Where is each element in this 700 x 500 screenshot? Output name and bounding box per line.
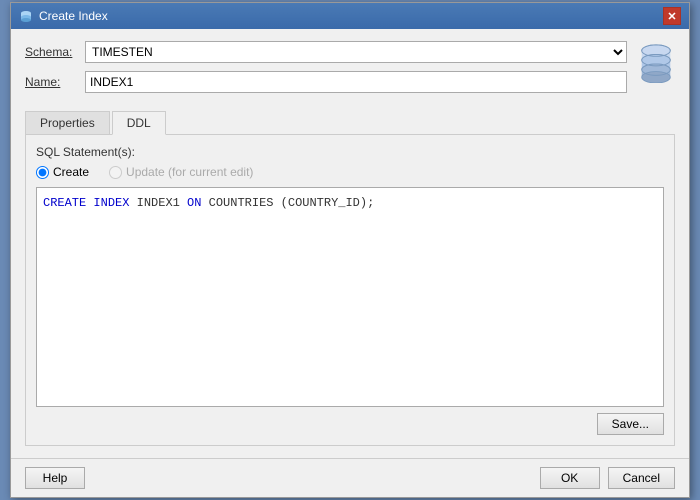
- window-icon: [19, 9, 33, 23]
- help-button[interactable]: Help: [25, 467, 85, 489]
- ok-button[interactable]: OK: [540, 467, 600, 489]
- dialog-title: Create Index: [39, 9, 108, 23]
- title-bar: Create Index ✕: [11, 3, 689, 29]
- tab-properties[interactable]: Properties: [25, 111, 110, 134]
- update-option: Update (for current edit): [109, 165, 253, 179]
- close-button[interactable]: ✕: [663, 7, 681, 25]
- footer-right: OK Cancel: [540, 467, 675, 489]
- sql-code: CREATE INDEX INDEX1 ON COUNTRIES (COUNTR…: [43, 194, 657, 212]
- database-icon: [637, 43, 675, 83]
- radio-row: Create Update (for current edit): [36, 165, 664, 179]
- sql-keyword-index: INDEX: [93, 196, 129, 210]
- top-row: Schema: TIMESTEN Name:: [25, 41, 675, 101]
- sql-index-name: INDEX1: [129, 196, 187, 210]
- schema-select[interactable]: TIMESTEN: [85, 41, 627, 63]
- save-button[interactable]: Save...: [597, 413, 664, 435]
- name-input[interactable]: [85, 71, 627, 93]
- dialog-footer: Help OK Cancel: [11, 458, 689, 497]
- name-label: Name:: [25, 75, 85, 89]
- sql-editor-box: CREATE INDEX INDEX1 ON COUNTRIES (COUNTR…: [36, 187, 664, 407]
- cancel-button[interactable]: Cancel: [608, 467, 675, 489]
- sql-keyword-create: CREATE: [43, 196, 86, 210]
- sql-keyword-on: ON: [187, 196, 201, 210]
- update-option-label: Update (for current edit): [126, 165, 253, 179]
- dialog-body: Schema: TIMESTEN Name:: [11, 29, 689, 458]
- tabs-container: Properties DDL: [25, 111, 675, 135]
- create-option[interactable]: Create: [36, 165, 89, 179]
- create-radio[interactable]: [36, 166, 49, 179]
- schema-row: Schema: TIMESTEN: [25, 41, 627, 63]
- schema-label: Schema:: [25, 45, 85, 59]
- save-row: Save...: [36, 413, 664, 435]
- create-option-label: Create: [53, 165, 89, 179]
- tab-content-ddl: SQL Statement(s): Create Update (for cur…: [25, 135, 675, 446]
- title-bar-left: Create Index: [19, 9, 108, 23]
- create-index-dialog: Create Index ✕ Schema: TIMESTEN Name:: [10, 2, 690, 498]
- name-row: Name:: [25, 71, 627, 93]
- sql-table-col: COUNTRIES (COUNTRY_ID);: [201, 196, 374, 210]
- sql-statements-label: SQL Statement(s):: [36, 145, 664, 159]
- tab-ddl[interactable]: DDL: [112, 111, 166, 135]
- update-radio: [109, 166, 122, 179]
- form-fields: Schema: TIMESTEN Name:: [25, 41, 627, 101]
